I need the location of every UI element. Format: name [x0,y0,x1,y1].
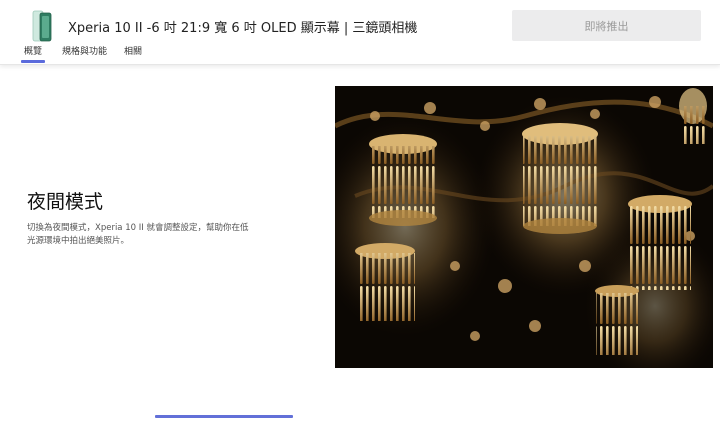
tab-overview[interactable]: 概覽 [21,44,45,63]
chandelier-photo [335,86,713,368]
product-title: Xperia 10 II -6 吋 21:9 寬 6 吋 OLED 顯示幕 | … [68,21,418,36]
feature-description: 切換為夜間模式，Xperia 10 II 就會調整設定，幫助你在低光源環境中拍出… [27,223,249,246]
product-header: Xperia 10 II -6 吋 21:9 寬 6 吋 OLED 顯示幕 | … [0,0,720,65]
phone-thumbnail-icon [32,10,52,42]
tab-related[interactable]: 相關 [124,44,142,63]
coming-soon-button[interactable]: 即將推出 [512,10,701,41]
feature-section: 夜間模式 切換為夜間模式，Xperia 10 II 就會調整設定，幫助你在低光源… [0,65,720,421]
tab-specs-features[interactable]: 規格與功能 [62,44,107,63]
feature-title: 夜間模式 [27,191,104,213]
carousel-progress-indicator [155,415,293,418]
